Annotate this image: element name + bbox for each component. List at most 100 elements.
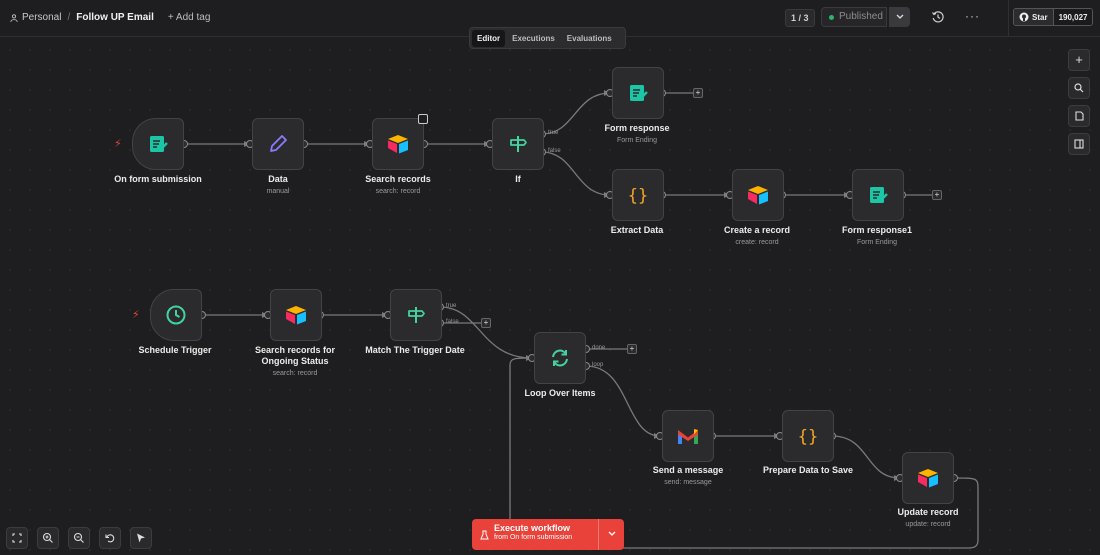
airtable-icon: [918, 469, 938, 488]
gmail-icon: [678, 429, 698, 444]
loop-icon: [552, 349, 568, 367]
github-widget: Star 190,027: [1008, 0, 1100, 37]
published-button[interactable]: Published: [821, 7, 887, 27]
form-icon: [870, 187, 888, 203]
output-done-label: done: [592, 345, 606, 351]
node-if[interactable]: [492, 118, 544, 170]
svg-text:{}: {}: [798, 427, 818, 447]
zoom-out-icon: [73, 532, 84, 543]
undo-button[interactable]: [99, 527, 121, 549]
signpost-icon: [510, 136, 527, 152]
execute-main[interactable]: Execute workflow from On form submission: [472, 519, 598, 550]
node-label: Loop Over Items: [524, 388, 596, 398]
output-false-label: false: [548, 148, 561, 154]
node-title: Data: [268, 174, 288, 184]
github-icon: [1019, 12, 1029, 22]
status-dot-icon: [829, 14, 834, 20]
node-update-record[interactable]: [902, 452, 954, 504]
node-label: Update record update: record: [863, 507, 993, 530]
workflow-name[interactable]: Follow UP Email: [76, 12, 154, 23]
node-loop-over-items[interactable]: [534, 332, 586, 384]
node-label: Schedule Trigger: [138, 345, 212, 355]
view-tabs: Editor Executions Evaluations: [469, 27, 626, 49]
node-subtitle: search: record: [272, 370, 318, 377]
project-name: Personal: [22, 12, 62, 23]
node-on-form-submission[interactable]: [132, 118, 184, 170]
node-label: Create a record create: record: [692, 225, 822, 248]
node-title: Send a message: [652, 465, 724, 475]
node-extract-data[interactable]: {}: [612, 169, 664, 221]
flask-icon: [480, 530, 489, 540]
tab-executions[interactable]: Executions: [507, 30, 560, 47]
node-label: Match The Trigger Date: [365, 345, 465, 355]
add-node-button[interactable]: +: [1068, 49, 1090, 71]
node-title: Form response1: [841, 225, 913, 235]
sticky-note-button[interactable]: [1068, 105, 1090, 127]
node-label: Extract Data: [610, 225, 664, 235]
form-icon: [630, 85, 648, 101]
node-create-record[interactable]: [732, 169, 784, 221]
select-tool-button[interactable]: [130, 527, 152, 549]
github-star-button[interactable]: Star 190,027: [1013, 8, 1094, 26]
execute-workflow-button[interactable]: Execute workflow from On form submission: [472, 519, 624, 550]
node-prepare-data[interactable]: {}: [782, 410, 834, 462]
code-braces-icon: {}: [628, 186, 648, 206]
node-label: Form response1 Form Ending: [812, 225, 942, 248]
node-title: Update record: [897, 507, 959, 517]
node-label: Prepare Data to Save: [762, 465, 854, 475]
output-loop-label: loop: [592, 362, 604, 368]
zoom-in-button[interactable]: [37, 527, 59, 549]
node-match-trigger-date[interactable]: [390, 289, 442, 341]
execute-dropdown-button[interactable]: [598, 519, 624, 550]
search-icon: [1074, 83, 1084, 93]
add-next-node-button[interactable]: +: [693, 88, 703, 98]
project-link[interactable]: Personal: [10, 12, 61, 23]
publish-dropdown-button[interactable]: [889, 7, 910, 27]
toggle-panel-button[interactable]: [1068, 133, 1090, 155]
tab-editor[interactable]: Editor: [472, 29, 506, 47]
add-tag-button[interactable]: + Add tag: [168, 12, 211, 23]
node-subtitle: create: record: [735, 239, 779, 246]
node-title: Form response: [604, 123, 670, 133]
node-schedule-trigger[interactable]: [150, 289, 202, 341]
output-true-label: true: [548, 130, 559, 136]
note-icon: [1074, 111, 1084, 121]
node-search-records[interactable]: [372, 114, 428, 170]
more-options-icon[interactable]: ···: [965, 9, 980, 23]
add-next-node-button[interactable]: +: [627, 344, 637, 354]
node-label: Send a message send: message: [623, 465, 753, 488]
node-title: Create a record: [723, 225, 791, 235]
node-subtitle: Form Ending: [616, 137, 658, 144]
trigger-bolt-icon: ⚡: [132, 309, 140, 321]
airtable-icon: [286, 306, 306, 325]
history-icon[interactable]: [931, 10, 945, 24]
cursor-icon: [137, 533, 145, 543]
undo-icon: [105, 534, 115, 543]
signpost-icon: [408, 307, 425, 323]
node-data[interactable]: [252, 118, 304, 170]
tab-evaluations[interactable]: Evaluations: [562, 30, 617, 47]
chevron-down-icon: [608, 531, 615, 536]
fit-view-button[interactable]: [6, 527, 28, 549]
search-nodes-button[interactable]: [1068, 77, 1090, 99]
node-label: If: [515, 174, 521, 184]
github-star-count: 190,027: [1052, 9, 1093, 25]
breadcrumb-separator: /: [67, 12, 71, 23]
published-label: Published: [839, 11, 883, 22]
svg-text:{}: {}: [628, 186, 648, 206]
pencil-icon: [270, 135, 287, 152]
execute-label: Execute workflow: [494, 523, 571, 533]
add-next-node-button[interactable]: +: [481, 318, 491, 328]
node-subtitle: Form Ending: [856, 239, 898, 246]
output-true-label: true: [446, 303, 457, 309]
add-next-node-button[interactable]: +: [932, 190, 942, 200]
node-title: Search records for Ongoing Status: [254, 345, 336, 366]
zoom-out-button[interactable]: [68, 527, 90, 549]
pin-badge-icon: [418, 114, 428, 124]
plus-icon: +: [1075, 52, 1083, 67]
node-subtitle: send: message: [664, 479, 712, 486]
node-send-message[interactable]: [662, 410, 714, 462]
node-search-ongoing-status[interactable]: [270, 289, 322, 341]
node-form-response1[interactable]: [852, 169, 904, 221]
node-form-response[interactable]: [612, 67, 664, 119]
